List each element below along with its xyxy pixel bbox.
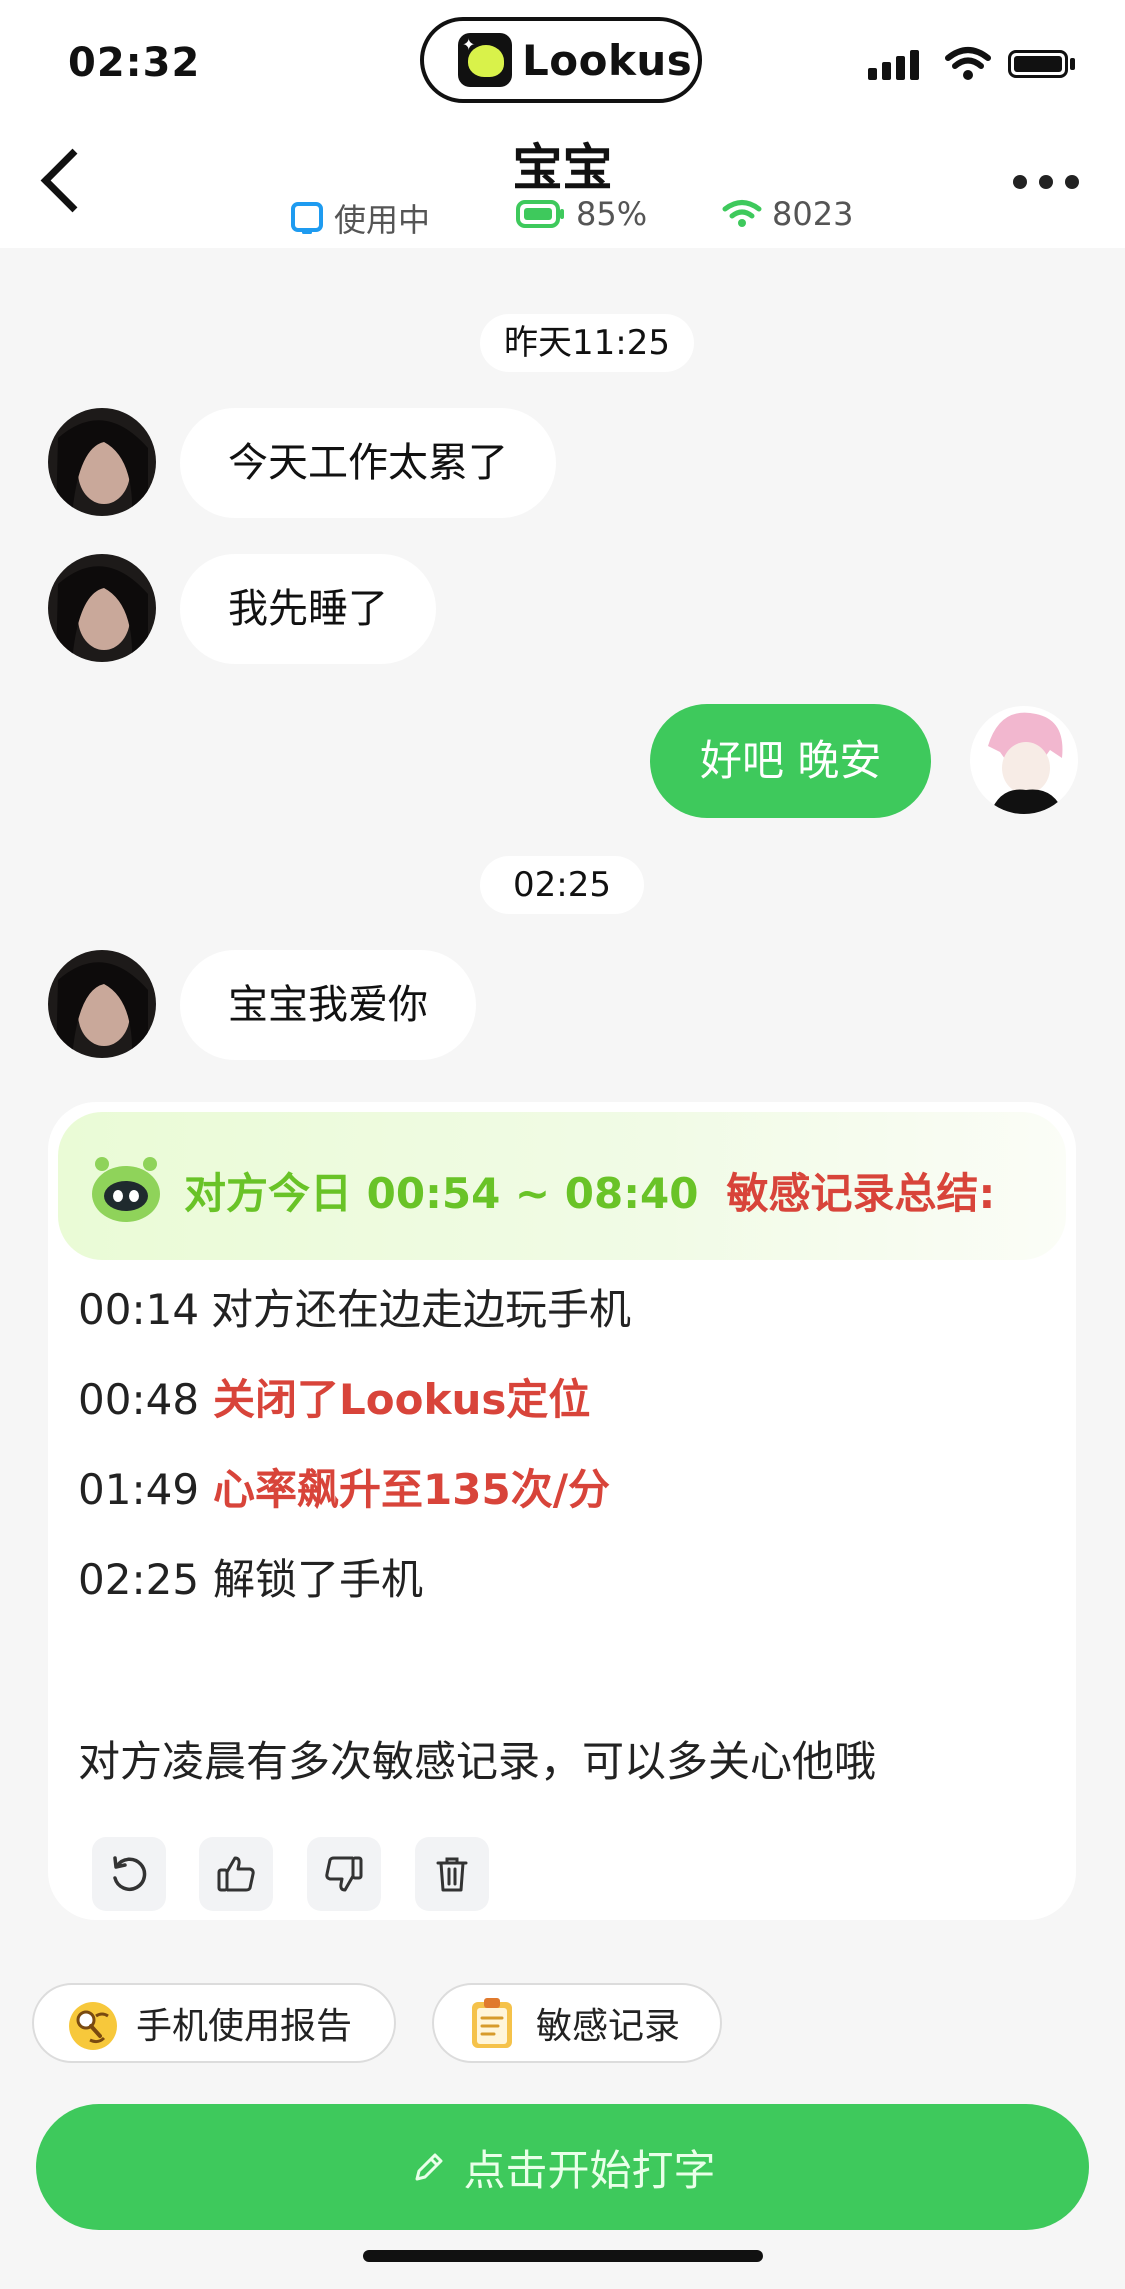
incoming-message: 今天工作太累了	[180, 408, 556, 518]
chat-title: 宝宝	[512, 139, 613, 197]
thumbs-down-icon	[325, 1856, 363, 1892]
chip-label: 手机使用报告	[136, 2006, 353, 2047]
phone-usage-report-chip[interactable]: 手机使用报告	[32, 1983, 396, 2063]
brand-badge: ✦ Lookus	[420, 17, 702, 103]
avatar[interactable]	[48, 950, 156, 1058]
brand-name: Lookus	[522, 35, 693, 85]
record-line: 02:25 解锁了手机	[78, 1546, 423, 1607]
tablet-icon	[291, 202, 323, 234]
like-button[interactable]	[199, 1837, 273, 1911]
battery-icon	[1008, 50, 1068, 78]
summary-range: 对方今日 00:54 ~ 08:40	[184, 1169, 699, 1218]
record-time: 02:25	[78, 1555, 200, 1604]
device-status-label: 使用中	[334, 201, 431, 239]
home-indicator	[363, 2250, 763, 2262]
record-text: 解锁了手机	[213, 1555, 424, 1604]
record-line: 01:49 心率飙升至135次/分	[78, 1456, 610, 1517]
record-text-alert: 心率飙升至135次/分	[213, 1465, 611, 1514]
wifi-status: 8023	[722, 195, 853, 233]
avatar[interactable]	[48, 408, 156, 516]
summary-conclusion: 对方凌晨有多次敏感记录，可以多关心他哦	[78, 1737, 877, 1786]
delete-button[interactable]	[415, 1837, 489, 1911]
battery-label: 85%	[576, 195, 648, 233]
wifi-green-icon	[722, 200, 762, 227]
start-typing-button[interactable]: 点击开始打字	[36, 2104, 1089, 2230]
robot-mascot-icon	[92, 1157, 160, 1222]
sensitive-records-chip[interactable]: 敏感记录	[432, 1983, 722, 2063]
summary-title-red: 敏感记录总结:	[726, 1169, 996, 1218]
wifi-icon	[945, 47, 991, 80]
magnifier-emoji-icon	[69, 2002, 117, 2050]
brand-logo-icon: ✦	[458, 33, 512, 87]
summary-header: 对方今日 00:54 ~ 08:40 敏感记录总结:	[58, 1112, 1066, 1260]
record-time: 00:14	[78, 1285, 200, 1334]
status-time: 02:32	[68, 40, 201, 86]
record-text: 对方还在边走边玩手机	[211, 1285, 632, 1334]
battery-status: 85%	[516, 195, 647, 233]
more-options-icon[interactable]	[1013, 175, 1079, 189]
chip-label: 敏感记录	[536, 2006, 681, 2047]
pencil-icon	[415, 2153, 443, 2181]
incoming-message: 宝宝我爱你	[180, 950, 476, 1060]
incoming-message: 我先睡了	[180, 554, 436, 664]
cellular-signal-icon	[868, 50, 919, 80]
outgoing-message: 好吧 晚安	[650, 704, 932, 818]
clipboard-icon	[472, 1998, 512, 2048]
timestamp: 02:25	[480, 856, 644, 914]
sensitive-summary-card: 对方今日 00:54 ~ 08:40 敏感记录总结: 00:14 对方还在边走边玩手…	[48, 1102, 1076, 1920]
summary-title: 对方今日 00:54 ~ 08:40 敏感记录总结:	[184, 1160, 995, 1221]
avatar-self[interactable]	[970, 706, 1078, 814]
regenerate-button[interactable]	[92, 1837, 166, 1911]
trash-icon	[436, 1857, 468, 1892]
dislike-button[interactable]	[307, 1837, 381, 1911]
record-time: 01:49	[78, 1465, 200, 1514]
device-status: 使用中	[290, 195, 430, 241]
avatar[interactable]	[48, 554, 156, 662]
battery-green-icon	[516, 200, 564, 228]
record-time: 00:48	[78, 1375, 200, 1424]
record-line: 00:14 对方还在边走边玩手机	[78, 1276, 631, 1337]
refresh-icon	[113, 1856, 147, 1891]
record-text-alert: 关闭了Lookus定位	[213, 1375, 591, 1424]
wifi-label: 8023	[772, 195, 854, 233]
battery-tip	[1070, 58, 1075, 70]
input-placeholder: 点击开始打字	[463, 2145, 716, 2195]
thumbs-up-icon	[217, 1856, 255, 1892]
record-line: 00:48 关闭了Lookus定位	[78, 1366, 590, 1427]
timestamp: 昨天11:25	[480, 314, 694, 372]
